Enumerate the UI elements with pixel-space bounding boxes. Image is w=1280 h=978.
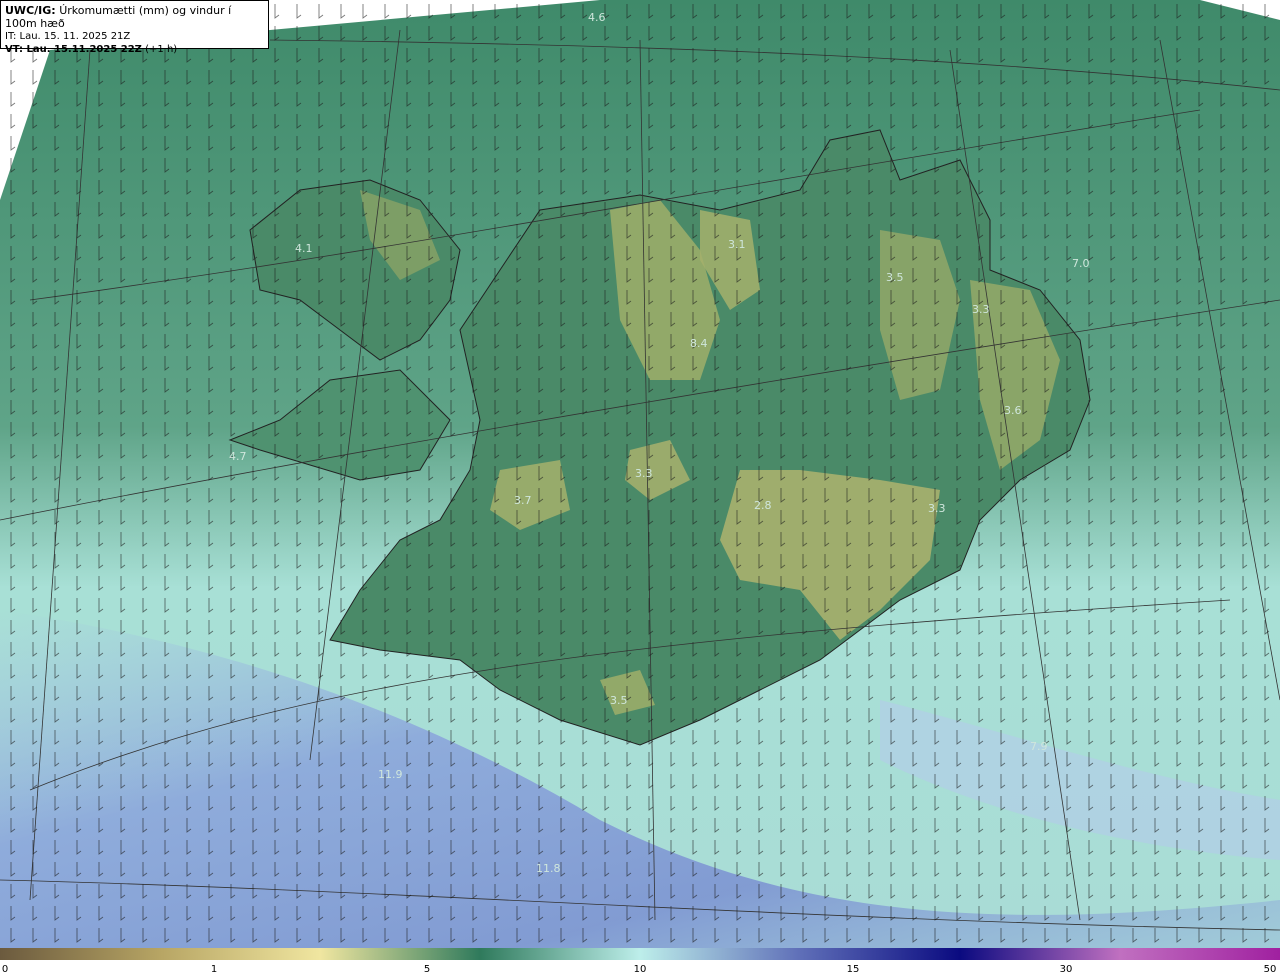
valid-offset: (+1 h): [145, 44, 178, 55]
map-label: 2.8: [754, 499, 772, 512]
colorbar-tick: 30: [1059, 964, 1073, 975]
colorbar-tick: 15: [846, 964, 860, 975]
map-label: 3.1: [728, 238, 746, 251]
map-label: 8.4: [690, 337, 708, 350]
init-time: IT: Lau. 15. 11. 2025 21Z: [5, 31, 131, 42]
colorbar-tick: 1: [210, 964, 218, 975]
map-label: 11.8: [536, 862, 561, 875]
colorbar-tick: 10: [633, 964, 647, 975]
colorbar-tick: 5: [423, 964, 431, 975]
map-label: 3.7: [514, 494, 532, 507]
colorbar-tick: 0: [1, 964, 9, 975]
map-label: 3.3: [972, 303, 990, 316]
map-header: UWC/IG: Úrkomumætti (mm) og vindur í 100…: [0, 0, 269, 55]
colorbar-legend: 0 1 5 10 15 30 50: [0, 948, 1280, 978]
map-label: 3.3: [635, 467, 653, 480]
precipitation-wind-map: 4.6 4.1 3.1 3.5 7.0 3.3 8.4 3.6 4.7 3.3 …: [0, 0, 1280, 948]
map-label: 3.5: [886, 271, 904, 284]
map-label: 3.3: [928, 502, 946, 515]
map-label: 11.9: [378, 768, 403, 781]
colorbar-tick: 50: [1263, 964, 1277, 975]
map-label: 3.5: [610, 694, 628, 707]
map-label: 3.6: [1004, 404, 1022, 417]
map-label: 4.1: [295, 242, 313, 255]
product-code: UWC/IG:: [5, 4, 56, 17]
map-label: 7.9: [1030, 740, 1048, 753]
colorbar-strip: [0, 948, 1280, 960]
map-label: 7.0: [1072, 257, 1090, 270]
map-label: 4.6: [588, 11, 606, 24]
map-label: 4.7: [229, 450, 247, 463]
valid-time: VT: Lau. 15.11.2025 22Z: [5, 44, 142, 55]
